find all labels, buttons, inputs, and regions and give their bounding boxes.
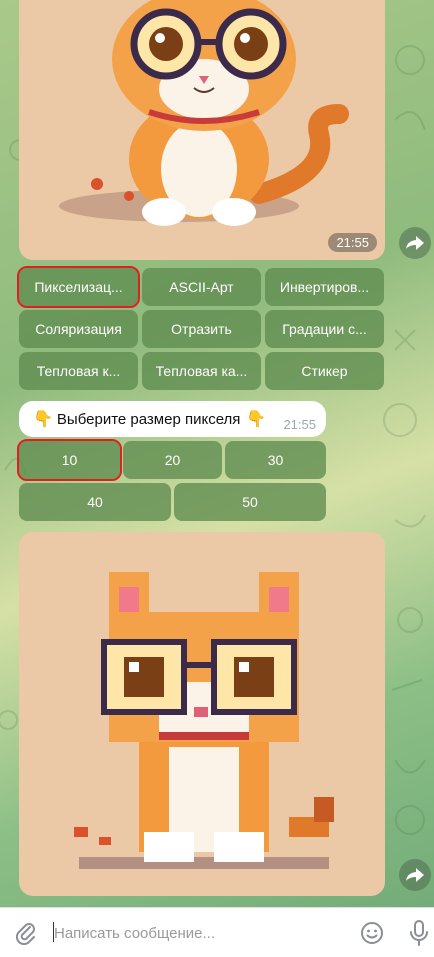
- size-button-40[interactable]: 40: [19, 483, 171, 521]
- paperclip-icon[interactable]: [14, 921, 38, 945]
- keyboard-button-thermal-2[interactable]: Тепловая ка...: [142, 352, 261, 390]
- forward-button[interactable]: [399, 859, 431, 891]
- keyboard-button-invert[interactable]: Инвертиров...: [265, 268, 384, 306]
- microphone-icon[interactable]: [409, 919, 429, 947]
- text-cursor: [53, 922, 54, 942]
- prompt-text: Выберите размер пикселя: [56, 410, 241, 428]
- keyboard-button-ascii[interactable]: ASCII-Арт: [142, 268, 261, 306]
- keyboard-button-mirror[interactable]: Отразить: [142, 310, 261, 348]
- forward-arrow-icon: [406, 868, 424, 882]
- size-button-10[interactable]: 10: [17, 439, 122, 481]
- size-button-20[interactable]: 20: [123, 441, 222, 479]
- keyboard-button-pixelize[interactable]: Пикселизац...: [17, 266, 140, 308]
- pixelated-cat-photo-message[interactable]: [19, 532, 385, 896]
- cat-illustration: [59, 0, 349, 226]
- cat-photo-message[interactable]: 21:55: [19, 0, 385, 260]
- message-input[interactable]: [52, 920, 346, 946]
- forward-button[interactable]: [399, 227, 431, 259]
- prompt-message: 👇 Выберите размер пикселя 👇 21:55: [19, 401, 326, 437]
- keyboard-button-solarize[interactable]: Соляризация: [19, 310, 138, 348]
- keyboard-button-grayscale[interactable]: Градации с...: [265, 310, 384, 348]
- keyboard-button-sticker[interactable]: Стикер: [265, 352, 384, 390]
- size-button-30[interactable]: 30: [225, 441, 326, 479]
- pointing-down-emoji: 👇: [33, 411, 53, 428]
- keyboard-button-thermal-1[interactable]: Тепловая к...: [19, 352, 138, 390]
- pointing-down-emoji: 👇: [246, 411, 267, 428]
- message-time: 21:55: [283, 417, 316, 432]
- message-time: 21:55: [328, 233, 377, 252]
- size-button-50[interactable]: 50: [174, 483, 326, 521]
- smiley-icon[interactable]: [360, 921, 384, 945]
- message-composer: [0, 907, 434, 957]
- pixelated-cat-illustration: [74, 572, 334, 869]
- forward-arrow-icon: [406, 236, 424, 250]
